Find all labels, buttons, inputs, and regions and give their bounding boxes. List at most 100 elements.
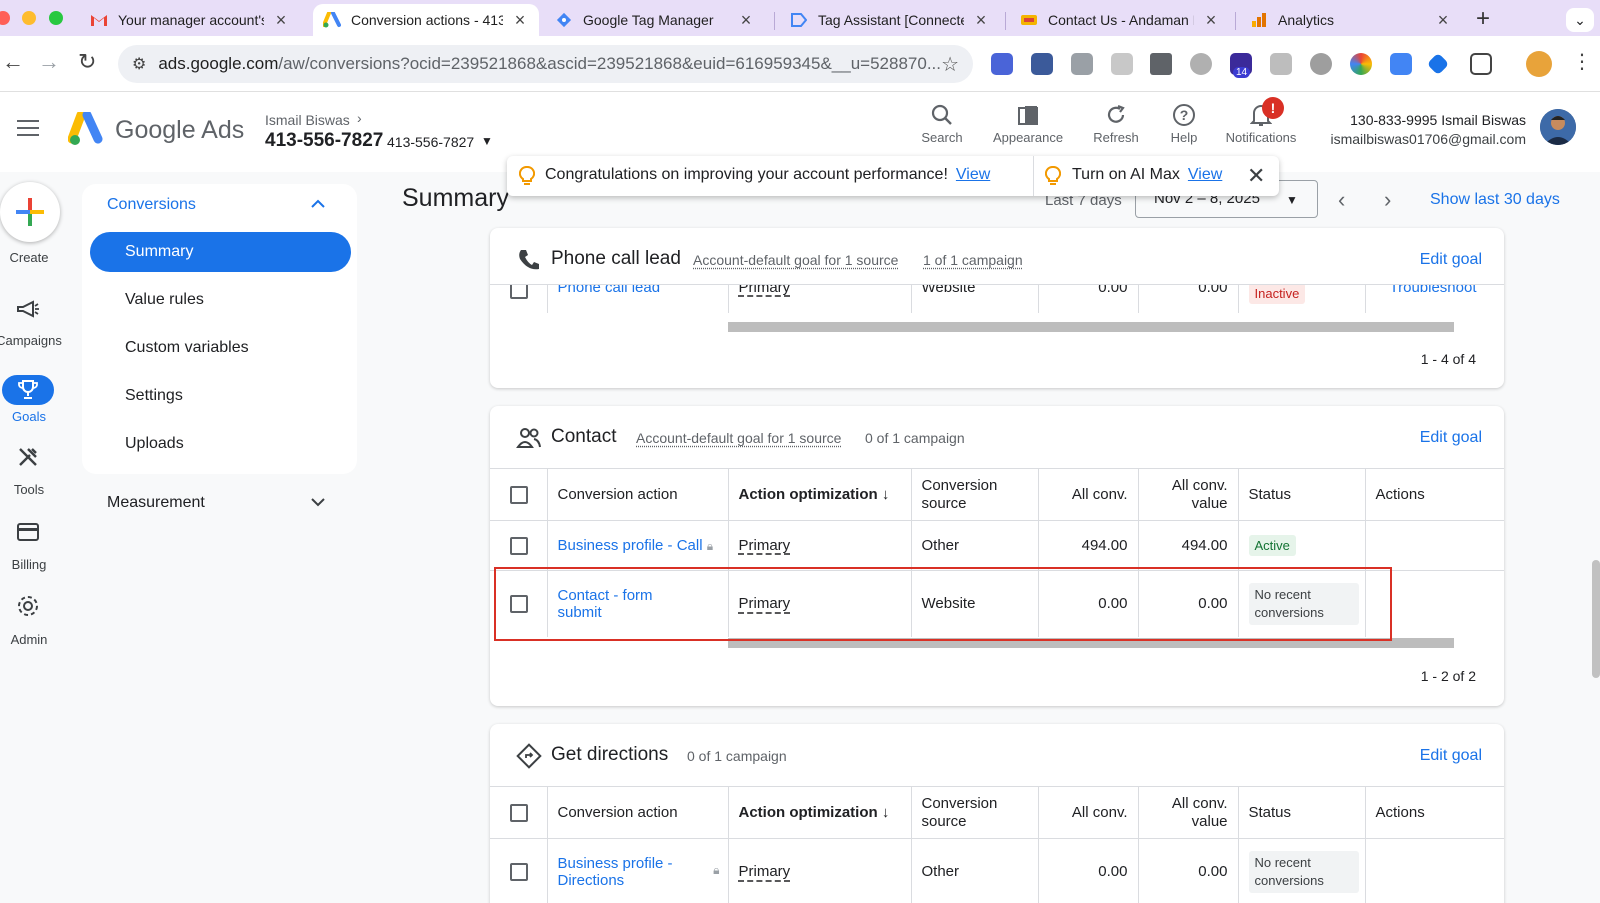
conversion-action-link[interactable]: Business profile - Call xyxy=(558,537,703,554)
row-checkbox[interactable] xyxy=(510,536,528,555)
billing-icon[interactable] xyxy=(14,518,42,546)
column-header-all-conv[interactable]: All conv. xyxy=(1072,804,1128,821)
chevron-down-icon[interactable] xyxy=(310,494,326,512)
optimization-value[interactable]: Primary xyxy=(739,863,791,880)
account-dropdown-icon[interactable]: ▼ xyxy=(481,134,493,148)
goal-source-meta[interactable]: Account-default goal for 1 source xyxy=(636,430,841,446)
forward-icon[interactable]: → xyxy=(38,49,60,75)
browser-tab-tag-assistant[interactable]: Tag Assistant [Connecte × xyxy=(780,4,1000,36)
tab-search-icon[interactable]: ⌄ xyxy=(1566,8,1594,32)
toast-view-link[interactable]: View xyxy=(956,166,990,183)
sort-arrow-down-icon[interactable]: ↓ xyxy=(882,486,890,503)
column-header-source-line2[interactable]: source xyxy=(922,813,967,830)
close-window-button[interactable] xyxy=(0,11,10,25)
chrome-icon[interactable] xyxy=(1350,53,1372,75)
extension-icon[interactable] xyxy=(1111,53,1133,75)
close-tab-icon[interactable]: × xyxy=(1202,10,1220,31)
select-all-checkbox[interactable] xyxy=(510,803,528,822)
browser-tab-conversions[interactable]: Conversion actions - 413 × xyxy=(313,4,539,36)
account-id-secondary[interactable]: 413-556-7827 xyxy=(387,134,474,150)
back-icon[interactable]: ← xyxy=(2,49,24,75)
rail-label-billing[interactable]: Billing xyxy=(0,557,68,572)
column-header-status[interactable]: Status xyxy=(1249,804,1292,821)
reload-icon[interactable]: ↻ xyxy=(78,49,96,75)
hamburger-menu-icon[interactable] xyxy=(17,120,39,141)
browser-tab-tag-manager[interactable]: Google Tag Manager × xyxy=(545,4,765,36)
edit-goal-button[interactable]: Edit goal xyxy=(1420,251,1482,269)
select-all-checkbox[interactable] xyxy=(510,485,528,504)
row-checkbox[interactable] xyxy=(510,285,528,300)
row-checkbox[interactable] xyxy=(510,862,528,881)
extension-icon[interactable] xyxy=(991,53,1013,75)
gear-icon[interactable] xyxy=(14,592,42,620)
dropdown-caret-icon[interactable]: ▼ xyxy=(1286,193,1298,207)
extension-icon[interactable] xyxy=(1031,53,1053,75)
user-account-label[interactable]: 130-833-9995 Ismail Biswas xyxy=(1330,112,1526,128)
translate-icon[interactable] xyxy=(1390,53,1412,75)
puzzle-icon[interactable] xyxy=(1470,53,1492,75)
subnav-item-value-rules[interactable]: Value rules xyxy=(90,280,351,320)
subnav-item-custom-variables[interactable]: Custom variables xyxy=(90,328,351,368)
subnav-item-settings[interactable]: Settings xyxy=(90,376,351,416)
optimization-value[interactable]: Primary xyxy=(739,537,791,554)
profile-avatar[interactable] xyxy=(1526,51,1552,77)
chevron-right-icon[interactable]: › xyxy=(357,110,362,126)
subnav-item-uploads[interactable]: Uploads xyxy=(90,424,351,464)
account-id[interactable]: 413-556-7827 xyxy=(265,130,383,152)
browser-tab-analytics[interactable]: Analytics × xyxy=(1240,4,1462,36)
campaign-count-meta[interactable]: 1 of 1 campaign xyxy=(923,252,1023,268)
rail-label-goals[interactable]: Goals xyxy=(0,409,68,424)
column-header-value-line2[interactable]: value xyxy=(1192,495,1228,512)
column-header-value-line1[interactable]: All conv. xyxy=(1172,795,1228,812)
conversion-action-link[interactable]: Business profile - xyxy=(558,855,673,872)
site-settings-icon[interactable]: ⚙ xyxy=(132,54,146,74)
camera-icon[interactable] xyxy=(1270,53,1292,75)
column-header-source-line2[interactable]: source xyxy=(922,495,967,512)
minimize-window-button[interactable] xyxy=(22,11,36,25)
browser-tab-contact-us[interactable]: Contact Us - Andaman E × xyxy=(1010,4,1230,36)
subnav-heading[interactable]: Conversions xyxy=(107,196,196,214)
show-last-30-days-link[interactable]: Show last 30 days xyxy=(1430,191,1560,209)
close-tab-icon[interactable]: × xyxy=(1434,10,1452,31)
close-tab-icon[interactable]: × xyxy=(272,10,290,31)
maximize-window-button[interactable] xyxy=(49,11,63,25)
horizontal-scrollbar[interactable] xyxy=(728,322,1454,332)
rail-label-admin[interactable]: Admin xyxy=(0,632,68,647)
close-tab-icon[interactable]: × xyxy=(511,10,529,31)
subnav-item-summary[interactable]: Summary xyxy=(90,232,351,272)
extension-icon[interactable] xyxy=(1071,53,1093,75)
megaphone-icon[interactable] xyxy=(14,296,42,324)
layers-icon[interactable] xyxy=(1150,53,1172,75)
tools-icon[interactable] xyxy=(14,443,42,471)
close-tab-icon[interactable]: × xyxy=(972,10,990,31)
column-header-value-line1[interactable]: All conv. xyxy=(1172,477,1228,494)
create-button[interactable] xyxy=(0,182,60,242)
column-header-conversion-action[interactable]: Conversion action xyxy=(558,804,678,821)
column-header-all-conv[interactable]: All conv. xyxy=(1072,486,1128,503)
extension-icon[interactable] xyxy=(1310,53,1332,75)
column-header-value-line2[interactable]: value xyxy=(1192,813,1228,830)
trophy-icon[interactable] xyxy=(14,376,42,404)
row-checkbox-cell[interactable] xyxy=(490,284,547,313)
rail-label-campaigns[interactable]: Campaigns xyxy=(0,333,68,348)
optimization-value[interactable]: Primary xyxy=(739,286,901,297)
close-icon[interactable]: ✕ xyxy=(1247,163,1265,189)
rail-label-create[interactable]: Create xyxy=(0,250,68,265)
next-period-icon[interactable]: › xyxy=(1384,187,1391,213)
ai-max-view-link[interactable]: View xyxy=(1188,166,1222,183)
help-button[interactable]: ? Help xyxy=(1164,100,1204,145)
new-tab-icon[interactable]: + xyxy=(1476,5,1490,33)
browser-menu-icon[interactable]: ⋮ xyxy=(1572,49,1592,74)
edit-goal-button[interactable]: Edit goal xyxy=(1420,747,1482,765)
bookmark-star-icon[interactable]: ☆ xyxy=(941,52,959,77)
rail-label-tools[interactable]: Tools xyxy=(0,482,68,497)
chevron-up-icon[interactable] xyxy=(310,196,326,214)
sort-arrow-down-icon[interactable]: ↓ xyxy=(882,804,890,821)
column-header-optimization[interactable]: Action optimization xyxy=(739,486,878,503)
appearance-button[interactable]: Appearance xyxy=(988,100,1068,145)
previous-period-icon[interactable]: ‹ xyxy=(1338,187,1345,213)
edit-goal-button[interactable]: Edit goal xyxy=(1420,429,1482,447)
column-header-optimization[interactable]: Action optimization xyxy=(739,804,878,821)
conversion-action-link[interactable]: Phone call lead xyxy=(558,286,718,297)
notifications-button[interactable]: Notifications xyxy=(1216,100,1306,145)
